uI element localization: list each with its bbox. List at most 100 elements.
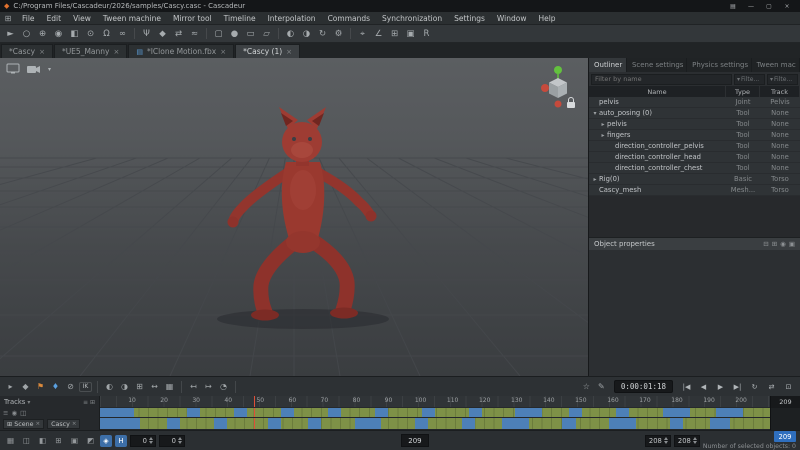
menu-commands[interactable]: Commands (322, 12, 376, 25)
table-row[interactable]: direction_controller_head Tool None (589, 152, 800, 163)
table-row[interactable]: direction_controller_chest Tool None (589, 163, 800, 174)
snap-tool-icon[interactable]: ⊙ (83, 27, 98, 41)
ghost-back-icon[interactable]: ◐ (283, 27, 298, 41)
expand-arrow-icon[interactable]: ▾ (591, 110, 599, 117)
visibility-filter-icon[interactable]: ▦ (4, 434, 17, 447)
interval-edit-icon[interactable]: ◧ (67, 27, 82, 41)
capsule-primitive-icon[interactable]: ▭ (243, 27, 258, 41)
keyframe-segment[interactable] (616, 408, 629, 417)
keyframe-segment[interactable] (375, 408, 388, 417)
camera-lock-icon[interactable] (567, 98, 575, 109)
grid-filter-icon[interactable]: ◩ (84, 434, 97, 447)
frames-icon[interactable]: ▦ (163, 380, 176, 394)
gizmo-x-axis[interactable] (541, 84, 549, 92)
play-button[interactable]: ▶ (713, 380, 728, 394)
menu-help[interactable]: Help (532, 12, 561, 25)
magnet-tool-icon[interactable]: Ω (99, 27, 114, 41)
grid-snap-icon[interactable]: ⊞ (387, 27, 402, 41)
keyframe-track[interactable] (100, 408, 770, 418)
keyframe-segment[interactable] (281, 408, 294, 417)
mirror-tool-icon[interactable]: ⇄ (171, 27, 186, 41)
keyframe-segment[interactable] (187, 408, 200, 417)
tab-close-icon[interactable]: × (220, 48, 226, 56)
table-row[interactable]: ▾auto_posing (0) Tool None (589, 108, 800, 119)
keyframe-segment[interactable] (355, 418, 382, 429)
table-row[interactable]: ▸pelvis Tool None (589, 119, 800, 130)
h-toggle[interactable]: H (115, 435, 127, 447)
timer-icon[interactable]: ◔ (217, 380, 230, 394)
ghost-right-icon[interactable]: ◑ (118, 380, 131, 394)
cycle-tool-icon[interactable]: ↻ (315, 27, 330, 41)
stepper-arrows-icon[interactable] (693, 437, 697, 444)
minimize-button[interactable]: — (742, 0, 760, 12)
angle-tool-icon[interactable]: ∠ (371, 27, 386, 41)
ghost-forward-icon[interactable]: ◑ (299, 27, 314, 41)
tracks-dropdown[interactable]: Tracks ▾ ≡ ⊞ (0, 396, 100, 408)
jump-start-button[interactable]: |◀ (679, 380, 694, 394)
playhead[interactable] (254, 408, 255, 417)
table-row[interactable]: ▸fingers Tool None (589, 130, 800, 141)
maximize-button[interactable]: ▢ (760, 0, 778, 12)
object-properties-header[interactable]: Object properties ⊟ ⊞ ◉ ▣ (589, 237, 800, 250)
table-row[interactable]: pelvis Joint Pelvis (589, 97, 800, 108)
tab-close-icon[interactable]: × (113, 48, 119, 56)
offset-field[interactable]: 0 (159, 435, 185, 447)
visibility-icon[interactable]: ◉ (780, 240, 786, 248)
interval-start-icon[interactable]: ↤ (187, 380, 200, 394)
menu-view[interactable]: View (67, 12, 97, 25)
track-filter-dropdown[interactable]: ▾ Filte... (767, 74, 798, 85)
tab-close-icon[interactable]: × (35, 421, 40, 427)
gizmo-z-axis[interactable] (555, 101, 562, 108)
camera-view-icon[interactable]: ▣ (403, 27, 418, 41)
tab-iclone-motion[interactable]: ▤ *IClone Motion.fbx × (128, 44, 234, 58)
flag-icon[interactable]: ⚑ (34, 380, 47, 394)
key-icon[interactable]: ♦ (49, 380, 62, 394)
keyframe-segment[interactable] (710, 418, 730, 429)
expand-arrow-icon[interactable]: ▸ (599, 132, 607, 139)
keyframe-segment[interactable] (422, 408, 435, 417)
stepper-arrows-icon[interactable] (149, 437, 153, 444)
display-mode-icon[interactable] (6, 63, 20, 76)
expand-button[interactable]: ⊡ (781, 380, 796, 394)
column-track[interactable]: Track (760, 86, 800, 97)
keyframe-segment[interactable] (234, 408, 247, 417)
keyframe-segment[interactable] (716, 408, 743, 417)
orientation-gizmo[interactable] (536, 63, 580, 113)
keyframe-segment[interactable] (308, 418, 321, 429)
jump-end-button[interactable]: ▶| (730, 380, 745, 394)
frame-ruler[interactable]: 10 20 30 40 50 60 70 80 90 100 110 120 1… (100, 396, 770, 408)
keyframe-segment[interactable] (415, 418, 428, 429)
keyframe-segment[interactable] (670, 418, 683, 429)
scene-tab[interactable]: ⊞ Scene × (3, 419, 44, 429)
keyframe-segment[interactable] (609, 418, 636, 429)
menu-window[interactable]: Window (491, 12, 533, 25)
plane-primitive-icon[interactable]: ▱ (259, 27, 274, 41)
select-tool-icon[interactable]: ► (3, 27, 18, 41)
keyframe-segment[interactable] (214, 418, 227, 429)
rename-tool-icon[interactable]: R (419, 27, 434, 41)
controllers-filter-icon[interactable]: ◧ (36, 434, 49, 447)
table-row[interactable]: Cascy_mesh Mesh... Torso (589, 185, 800, 196)
expand-arrow-icon[interactable]: ▸ (591, 176, 599, 183)
tab-cascy-1[interactable]: *Cascy (1) × (235, 44, 300, 58)
keyframe-segment[interactable] (167, 418, 180, 429)
mute-icon[interactable]: ⊘ (64, 380, 77, 394)
keyframe-segment[interactable] (562, 418, 575, 429)
menu-mirror-tool[interactable]: Mirror tool (167, 12, 218, 25)
magic-wand-icon[interactable]: ☆ (580, 380, 593, 394)
track-visibility-icon[interactable]: ◉ (11, 409, 17, 417)
menu-settings[interactable]: Settings (448, 12, 491, 25)
column-type[interactable]: Type (726, 86, 760, 97)
scene-canvas[interactable] (0, 58, 588, 376)
box-primitive-icon[interactable]: ▢ (211, 27, 226, 41)
tab-close-icon[interactable]: × (286, 48, 292, 56)
pin-icon[interactable]: ⊟ (763, 240, 768, 248)
character-tab[interactable]: Cascy × (47, 419, 80, 429)
close-button[interactable]: × (778, 0, 796, 12)
track-menu-icon[interactable]: ≡ (3, 409, 8, 417)
keyframe-track[interactable] (100, 418, 770, 430)
add-property-icon[interactable]: ⊞ (772, 240, 777, 248)
prev-frame-button[interactable]: ◀ (696, 380, 711, 394)
fulcrum-tool-icon[interactable]: ⌖ (355, 27, 370, 41)
circle-select-icon[interactable]: ○ (19, 27, 34, 41)
